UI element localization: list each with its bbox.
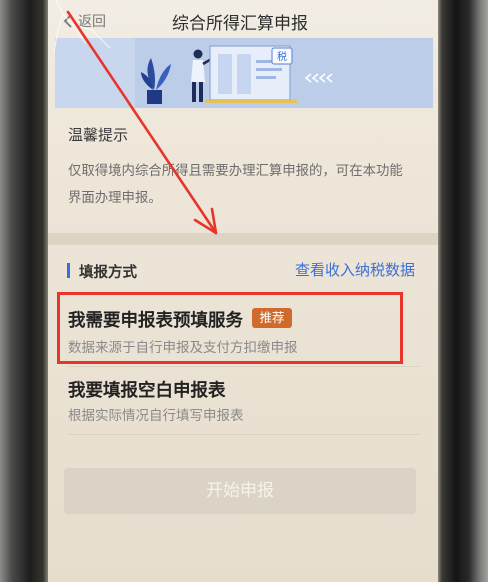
back-button[interactable]: 返回: [62, 10, 106, 32]
view-income-tax-data-link[interactable]: 查看收入纳税数据: [283, 259, 415, 280]
phone-bezel-left: [0, 0, 50, 582]
option-title: 我需要申报表预填服务: [68, 311, 243, 331]
option-description: 数据来源于自行申报及支付方扣缴申报: [68, 340, 298, 356]
option-blank-form[interactable]: 我要填报空白申报表 根据实际情况自行填写申报表: [60, 367, 416, 433]
banner-illustration: 税: [55, 38, 433, 108]
section-accent-bar: [67, 263, 70, 278]
start-filing-button[interactable]: 开始申报: [64, 468, 416, 514]
notice-text-line-2: 界面办理申报。: [68, 191, 162, 206]
back-label: 返回: [78, 14, 106, 30]
phone-bezel-right: [436, 0, 488, 582]
recommended-badge: 推荐: [252, 308, 292, 328]
page-title: 综合所得汇算申报: [172, 14, 308, 34]
option-prefill-service[interactable]: 我需要申报表预填服务 推荐 数据来源于自行申报及支付方扣缴申报: [60, 295, 416, 363]
chevron-left-icon: [63, 14, 72, 28]
option-separator: [68, 434, 420, 435]
section-title: 填报方式: [79, 265, 137, 281]
tax-badge-icon: 税: [271, 47, 293, 65]
notice-title: 温馨提示: [68, 126, 129, 144]
section-divider: [48, 233, 438, 245]
option-description: 根据实际情况自行填写申报表: [68, 408, 244, 424]
option-title: 我要填报空白申报表: [68, 381, 226, 401]
notice-text-line-1: 仅取得境内综合所得且需要办理汇算申报的，可在本功能: [68, 164, 403, 179]
tax-badge-text: 税: [277, 50, 287, 63]
